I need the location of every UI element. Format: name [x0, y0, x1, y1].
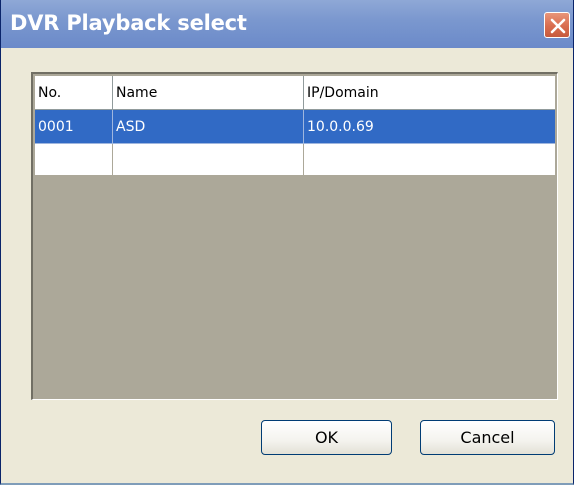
cell-no — [35, 144, 113, 176]
cell-name: ASD — [113, 110, 304, 144]
cell-no: 0001 — [35, 110, 113, 144]
cell-ip-domain — [304, 144, 555, 176]
title-bar[interactable]: DVR Playback select — [1, 0, 573, 48]
table-row-empty[interactable] — [35, 144, 555, 176]
dvr-list-grid[interactable]: No. Name IP/Domain 0001 ASD 10.0.0.69 — [31, 72, 558, 400]
cell-name — [113, 144, 304, 176]
dvr-playback-dialog: DVR Playback select No. Name IP/Domain 0… — [0, 0, 574, 485]
column-header-name[interactable]: Name — [113, 76, 304, 110]
close-icon — [550, 18, 566, 34]
cancel-button[interactable]: Cancel — [420, 420, 555, 455]
table-row-selected[interactable]: 0001 ASD 10.0.0.69 — [35, 110, 555, 144]
window-title: DVR Playback select — [10, 11, 247, 35]
close-button[interactable] — [544, 12, 570, 38]
cell-ip-domain: 10.0.0.69 — [304, 110, 555, 144]
column-header-ip-domain[interactable]: IP/Domain — [304, 76, 555, 110]
column-header-no[interactable]: No. — [35, 76, 113, 110]
ok-button[interactable]: OK — [261, 420, 392, 455]
table-header-row: No. Name IP/Domain — [35, 76, 555, 110]
